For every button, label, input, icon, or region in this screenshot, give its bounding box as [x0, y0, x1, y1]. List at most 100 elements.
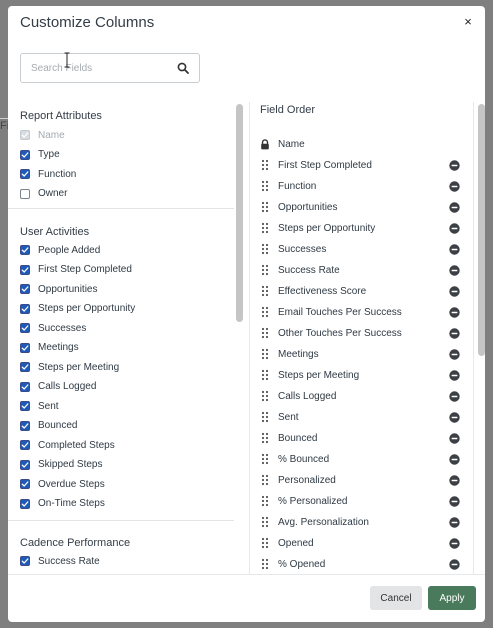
drag-handle-icon[interactable]: [260, 243, 270, 255]
remove-icon[interactable]: [449, 264, 460, 276]
field-checkbox-row[interactable]: Bounced: [20, 419, 77, 433]
field-checkbox-row[interactable]: Calls Logged: [20, 380, 96, 394]
checkbox[interactable]: [20, 479, 30, 489]
field-checkbox-row[interactable]: On-Time Steps: [20, 497, 105, 511]
field-order-item[interactable]: Steps per Meeting: [260, 367, 460, 383]
drag-handle-icon[interactable]: [260, 327, 270, 339]
field-order-item[interactable]: Opportunities: [260, 199, 460, 215]
field-checkbox-row[interactable]: First Step Completed: [20, 263, 132, 277]
checkbox[interactable]: [20, 149, 30, 160]
drag-handle-icon[interactable]: [260, 432, 270, 444]
field-checkbox-row[interactable]: People Added: [20, 243, 100, 257]
checkbox[interactable]: [20, 188, 30, 199]
drag-handle-icon[interactable]: [260, 537, 270, 549]
checkbox[interactable]: [20, 303, 30, 314]
remove-icon[interactable]: [449, 411, 460, 423]
remove-icon[interactable]: [449, 285, 460, 297]
checkbox[interactable]: [20, 498, 30, 509]
field-order-item[interactable]: Opened: [260, 535, 460, 551]
left-scrollbar[interactable]: [236, 104, 243, 322]
field-checkbox-row[interactable]: Sent: [20, 399, 59, 413]
remove-icon[interactable]: [449, 201, 460, 213]
field-checkbox-row[interactable]: Opportunities: [20, 282, 97, 296]
remove-icon[interactable]: [449, 348, 460, 360]
field-order-item[interactable]: Success Rate: [260, 262, 460, 278]
field-checkbox-row[interactable]: Type: [20, 148, 60, 162]
search-input[interactable]: [31, 60, 171, 77]
remove-icon[interactable]: [449, 180, 460, 192]
checkbox[interactable]: [20, 169, 30, 179]
remove-icon[interactable]: [449, 453, 460, 465]
field-order-item[interactable]: % Bounced: [260, 451, 460, 467]
cancel-button[interactable]: Cancel: [370, 586, 422, 610]
drag-handle-icon[interactable]: [260, 516, 270, 528]
field-checkbox-row[interactable]: Function: [20, 167, 76, 181]
right-scrollbar[interactable]: [478, 104, 485, 356]
field-checkbox-row[interactable]: Skipped Steps: [20, 458, 103, 472]
field-order-item[interactable]: Effectiveness Score: [260, 283, 460, 299]
field-order-item[interactable]: Meetings: [260, 346, 460, 362]
field-checkbox-row[interactable]: Steps per Meeting: [20, 360, 119, 374]
search-field[interactable]: [20, 53, 200, 83]
search-icon[interactable]: [177, 62, 189, 74]
field-order-item[interactable]: Successes: [260, 241, 460, 257]
drag-handle-icon[interactable]: [260, 264, 270, 276]
field-checkbox-row[interactable]: Meetings: [20, 341, 79, 355]
checkbox[interactable]: [20, 420, 30, 431]
drag-handle-icon[interactable]: [260, 180, 270, 192]
field-order-item[interactable]: Calls Logged: [260, 388, 460, 404]
drag-handle-icon[interactable]: [260, 390, 270, 402]
checkbox[interactable]: [20, 264, 30, 275]
drag-handle-icon[interactable]: [260, 369, 270, 381]
checkbox[interactable]: [20, 362, 30, 372]
remove-icon[interactable]: [449, 306, 460, 318]
field-order-item[interactable]: Steps per Opportunity: [260, 220, 460, 236]
field-checkbox-row[interactable]: Completed Steps: [20, 438, 115, 452]
field-order-item[interactable]: Bounced: [260, 430, 460, 446]
field-order-item[interactable]: Avg. Personalization: [260, 514, 460, 530]
field-order-item[interactable]: Personalized: [260, 472, 460, 488]
field-order-item[interactable]: % Personalized: [260, 493, 460, 509]
drag-handle-icon[interactable]: [260, 474, 270, 486]
remove-icon[interactable]: [449, 222, 460, 234]
drag-handle-icon[interactable]: [260, 222, 270, 234]
field-order-item[interactable]: Email Touches Per Success: [260, 304, 460, 320]
remove-icon[interactable]: [449, 243, 460, 255]
drag-handle-icon[interactable]: [260, 348, 270, 360]
checkbox[interactable]: [20, 245, 30, 255]
field-order-item[interactable]: Function: [260, 178, 460, 194]
drag-handle-icon[interactable]: [260, 411, 270, 423]
apply-button[interactable]: Apply: [428, 586, 476, 610]
checkbox[interactable]: [20, 459, 30, 470]
field-checkbox-row[interactable]: Overdue Steps: [20, 477, 105, 491]
remove-icon[interactable]: [449, 369, 460, 381]
remove-icon[interactable]: [449, 327, 460, 339]
remove-icon[interactable]: [449, 516, 460, 528]
checkbox[interactable]: [20, 381, 30, 392]
field-order-item[interactable]: Other Touches Per Success: [260, 325, 460, 341]
remove-icon[interactable]: [449, 432, 460, 444]
close-icon[interactable]: ×: [464, 14, 472, 29]
checkbox[interactable]: [20, 401, 30, 411]
checkbox[interactable]: [20, 556, 30, 566]
field-checkbox-row[interactable]: Owner: [20, 187, 67, 201]
remove-icon[interactable]: [449, 537, 460, 549]
checkbox[interactable]: [20, 323, 30, 333]
checkbox[interactable]: [20, 440, 30, 450]
field-order-item[interactable]: % Opened: [260, 556, 460, 572]
drag-handle-icon[interactable]: [260, 201, 270, 213]
checkbox[interactable]: [20, 342, 30, 353]
drag-handle-icon[interactable]: [260, 306, 270, 318]
remove-icon[interactable]: [449, 159, 460, 171]
field-checkbox-row[interactable]: Steps per Opportunity: [20, 302, 135, 316]
remove-icon[interactable]: [449, 558, 460, 570]
field-checkbox-row[interactable]: Successes: [20, 321, 86, 335]
checkbox[interactable]: [20, 284, 30, 294]
drag-handle-icon[interactable]: [260, 453, 270, 465]
drag-handle-icon[interactable]: [260, 495, 270, 507]
close-button[interactable]: ×: [461, 15, 475, 29]
remove-icon[interactable]: [449, 390, 460, 402]
field-checkbox-row[interactable]: Success Rate: [20, 554, 100, 568]
remove-icon[interactable]: [449, 495, 460, 507]
field-order-item[interactable]: First Step Completed: [260, 157, 460, 173]
